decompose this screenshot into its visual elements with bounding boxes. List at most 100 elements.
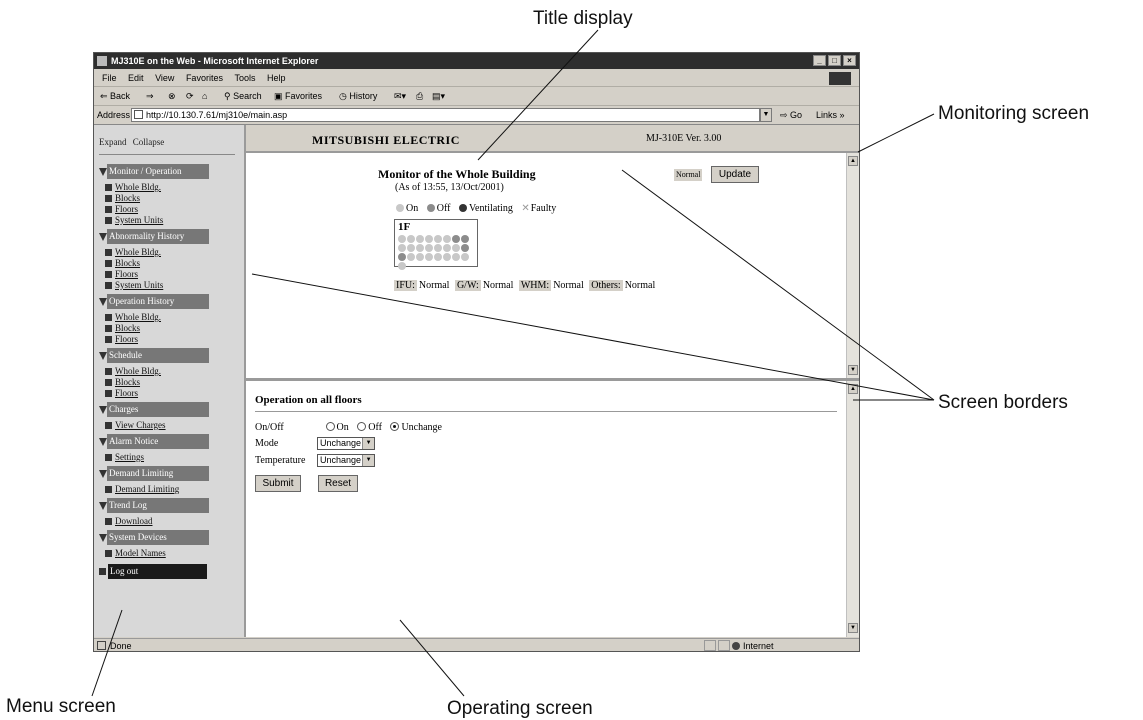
monitor-scrollbar[interactable]: ▲ ▼ <box>846 153 859 378</box>
menu-item-link[interactable]: Whole Bldg. <box>115 247 161 257</box>
unit-status-dot[interactable] <box>416 244 424 252</box>
forward-button[interactable]: ⇒ <box>146 87 154 105</box>
search-button[interactable]: ⚲ Search <box>224 87 262 105</box>
temperature-select[interactable]: Unchange ▼ <box>317 454 376 468</box>
menu-item-link[interactable]: Model Names <box>115 548 166 558</box>
unit-status-dot[interactable] <box>425 253 433 261</box>
menu-item-link[interactable]: System Units <box>115 280 163 290</box>
menu-item[interactable]: Blocks <box>99 377 239 388</box>
links-button[interactable]: Links » <box>816 106 845 124</box>
scroll-down-icon[interactable]: ▼ <box>848 365 858 375</box>
scroll-up-icon[interactable]: ▲ <box>848 156 858 166</box>
refresh-icon[interactable]: ⟳ <box>186 87 194 105</box>
unit-status-dot[interactable] <box>443 253 451 261</box>
menu-item[interactable]: Floors <box>99 334 239 345</box>
operation-scrollbar[interactable]: ▲ ▼ <box>846 381 859 637</box>
menu-item-link[interactable]: View Charges <box>115 420 166 430</box>
unit-status-dot[interactable] <box>398 253 406 261</box>
menu-item[interactable]: View Charges <box>99 420 239 431</box>
unit-status-dot[interactable] <box>434 253 442 261</box>
stop-icon[interactable]: ⊗ <box>168 87 176 105</box>
menu-favorites[interactable]: Favorites <box>186 73 223 83</box>
minimize-button[interactable]: _ <box>813 55 826 66</box>
unit-status-dot[interactable] <box>461 235 469 243</box>
address-dropdown-icon[interactable]: ▼ <box>760 108 772 122</box>
menu-group-header[interactable]: Trend Log <box>99 498 239 514</box>
menu-item-link[interactable]: Whole Bldg. <box>115 366 161 376</box>
menu-item[interactable]: Blocks <box>99 193 239 204</box>
back-button[interactable]: ⇐ Back <box>100 87 130 105</box>
mode-select[interactable]: Unchange ▼ <box>317 437 376 451</box>
unit-status-dot[interactable] <box>425 244 433 252</box>
history-button[interactable]: ◷ History <box>339 87 377 105</box>
menu-item-link[interactable]: Floors <box>115 204 138 214</box>
menu-file[interactable]: File <box>102 73 117 83</box>
menu-tools[interactable]: Tools <box>234 73 255 83</box>
collapse-link[interactable]: Collapse <box>133 137 165 147</box>
unit-status-dot[interactable] <box>452 244 460 252</box>
unit-status-dot[interactable] <box>452 235 460 243</box>
unit-status-dot[interactable] <box>398 235 406 243</box>
edit-icon[interactable]: ▤▾ <box>432 87 445 105</box>
menu-item[interactable]: Model Names <box>99 548 239 559</box>
menu-group-header[interactable]: Monitor / Operation <box>99 164 239 180</box>
menu-item[interactable]: Whole Bldg. <box>99 247 239 258</box>
unit-status-dot[interactable] <box>416 253 424 261</box>
menu-item-link[interactable]: Blocks <box>115 323 140 333</box>
floor-panel-1f[interactable]: 1F <box>394 219 478 270</box>
scroll-up-icon[interactable]: ▲ <box>848 384 858 394</box>
menu-item-link[interactable]: Floors <box>115 269 138 279</box>
menu-item[interactable]: Whole Bldg. <box>99 366 239 377</box>
address-input[interactable]: http://10.130.7.61/mj310e/main.asp <box>131 108 760 122</box>
radio-unchange[interactable] <box>390 422 400 431</box>
unit-status-dot[interactable] <box>443 235 451 243</box>
menu-item-link[interactable]: Whole Bldg. <box>115 182 161 192</box>
menu-item[interactable]: Whole Bldg. <box>99 182 239 193</box>
menu-item-link[interactable]: Blocks <box>115 258 140 268</box>
unit-status-dot[interactable] <box>452 253 460 261</box>
close-button[interactable]: × <box>843 55 856 66</box>
scroll-down-icon[interactable]: ▼ <box>848 623 858 633</box>
unit-status-dot[interactable] <box>398 262 406 270</box>
menu-item-link[interactable]: System Units <box>115 215 163 225</box>
menu-item-link[interactable]: Floors <box>115 334 138 344</box>
reset-button[interactable]: Reset <box>318 475 358 492</box>
menu-item-link[interactable]: Settings <box>115 452 144 462</box>
unit-status-dot[interactable] <box>434 244 442 252</box>
menu-edit[interactable]: Edit <box>128 73 144 83</box>
menu-group-header[interactable]: System Devices <box>99 530 239 546</box>
menu-item[interactable]: Floors <box>99 204 239 215</box>
unit-status-dot[interactable] <box>434 235 442 243</box>
print-icon[interactable]: ⎙ <box>416 87 423 105</box>
menu-item-link[interactable]: Whole Bldg. <box>115 312 161 322</box>
unit-status-dot[interactable] <box>461 253 469 261</box>
mail-icon[interactable]: ✉▾ <box>394 87 406 105</box>
unit-status-dot[interactable] <box>407 235 415 243</box>
menu-item[interactable]: System Units <box>99 215 239 226</box>
menu-item-link[interactable]: Demand Limiting <box>115 484 179 494</box>
unit-status-dot[interactable] <box>398 244 406 252</box>
menu-item[interactable]: Floors <box>99 388 239 399</box>
menu-group-header[interactable]: Charges <box>99 402 239 418</box>
home-icon[interactable]: ⌂ <box>202 87 207 105</box>
radio-on[interactable] <box>325 422 335 431</box>
unit-status-dot[interactable] <box>425 235 433 243</box>
menu-item-link[interactable]: Download <box>115 516 153 526</box>
unit-status-dot[interactable] <box>443 244 451 252</box>
unit-status-dot[interactable] <box>407 244 415 252</box>
menu-item[interactable]: Whole Bldg. <box>99 312 239 323</box>
menu-view[interactable]: View <box>155 73 174 83</box>
menu-group-header[interactable]: Demand Limiting <box>99 466 239 482</box>
unit-status-dot[interactable] <box>461 244 469 252</box>
menu-group-header[interactable]: Abnormality History <box>99 229 239 245</box>
menu-item[interactable]: Settings <box>99 452 239 463</box>
menu-item[interactable]: Download <box>99 516 239 527</box>
favorites-button[interactable]: ▣ Favorites <box>274 87 322 105</box>
menu-item-link[interactable]: Blocks <box>115 193 140 203</box>
go-button[interactable]: ⇨ Go <box>780 106 802 124</box>
menu-help[interactable]: Help <box>267 73 286 83</box>
radio-off[interactable] <box>357 422 367 431</box>
menu-group-header[interactable]: Alarm Notice <box>99 434 239 450</box>
menu-item[interactable]: Demand Limiting <box>99 484 239 495</box>
menu-item-link[interactable]: Blocks <box>115 377 140 387</box>
